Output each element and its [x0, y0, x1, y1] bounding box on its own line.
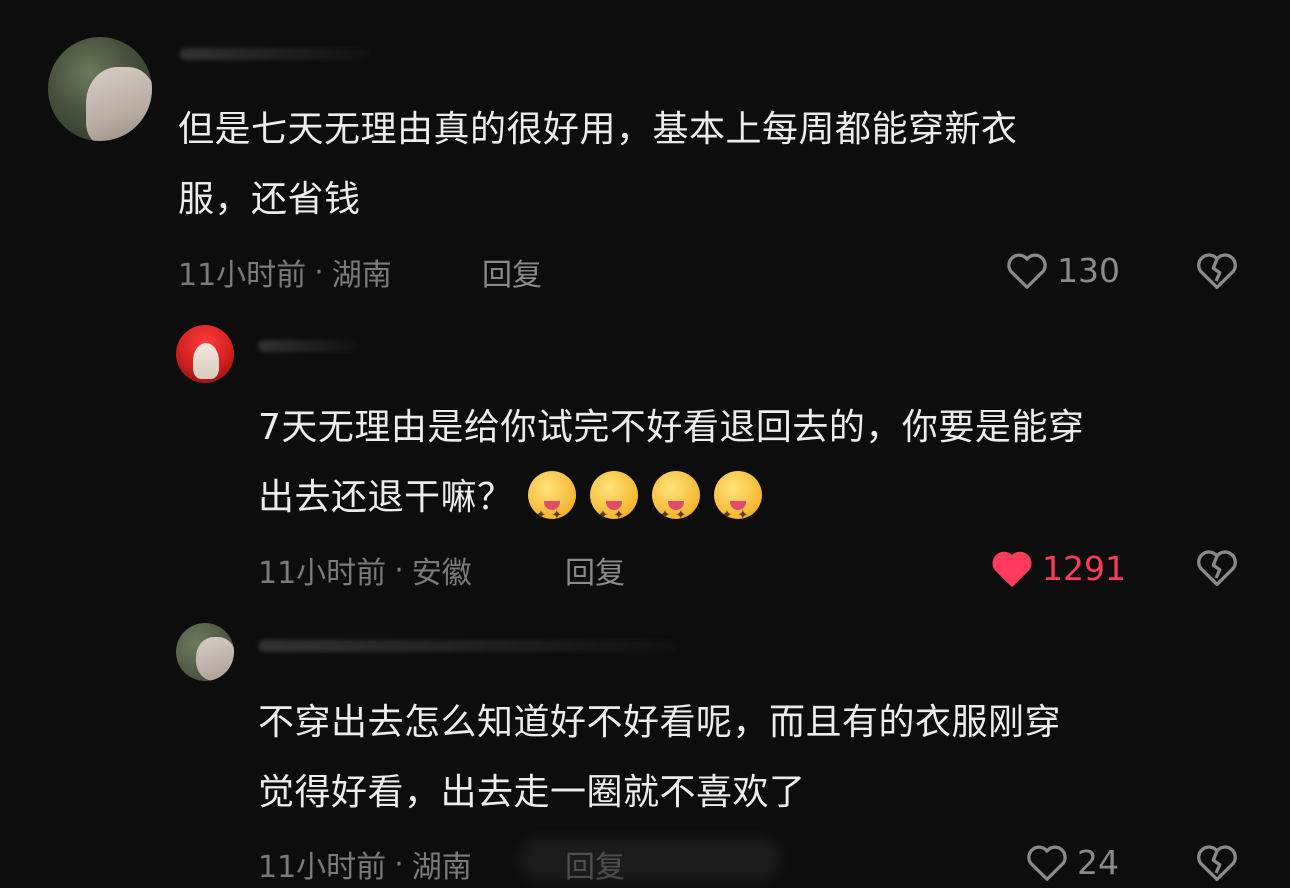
drooling-face-emoji: [589, 471, 638, 551]
dislike-button[interactable]: [1195, 546, 1239, 592]
comment-meta: 11小时前 · 安徽: [258, 548, 472, 592]
location: 安徽: [411, 556, 472, 591]
like-button[interactable]: 1291: [990, 548, 1126, 588]
location: 湖南: [411, 850, 472, 885]
timestamp: 11小时前: [258, 556, 387, 591]
broken-heart-icon: [1197, 550, 1237, 587]
username-blurred[interactable]: [258, 340, 358, 352]
avatar[interactable]: [176, 325, 234, 383]
separator: ·: [394, 552, 404, 588]
timestamp: 11小时前: [258, 850, 387, 885]
broken-heart-icon: [1197, 845, 1237, 882]
username-blurred[interactable]: [180, 48, 370, 60]
broken-heart-icon: [1197, 253, 1237, 290]
avatar[interactable]: [176, 623, 234, 681]
like-button[interactable]: 24: [1025, 842, 1119, 882]
comment-text: 但是七天无理由真的很好用，基本上每周都能穿新衣 服，还省钱: [178, 109, 1018, 220]
reply-button[interactable]: 回复: [482, 250, 542, 294]
like-count: 130: [1057, 250, 1120, 290]
avatar[interactable]: [48, 37, 152, 141]
heart-filled-icon: [992, 551, 1032, 587]
comment-meta: 11小时前 · 湖南: [258, 842, 472, 886]
username-blurred[interactable]: [258, 640, 678, 652]
separator: ·: [314, 254, 324, 290]
location: 湖南: [331, 258, 392, 293]
comment-text: 不穿出去怎么知道好不好看呢，而且有的衣服刚穿 觉得好看，出去走一圈就不喜欢了: [258, 702, 1062, 813]
separator: ·: [394, 846, 404, 882]
like-count: 1291: [1042, 548, 1126, 588]
like-count: 24: [1077, 842, 1119, 882]
dislike-button[interactable]: [1195, 841, 1239, 887]
comment-text: 7天无理由是给你试完不好看退回去的，你要是能穿 出去还退干嘛？: [258, 393, 1084, 551]
dislike-button[interactable]: [1195, 249, 1239, 295]
heart-outline-icon: [1027, 845, 1067, 881]
watermark-blur: [520, 838, 780, 880]
heart-outline-icon: [1007, 253, 1047, 289]
like-button[interactable]: 130: [1005, 250, 1120, 290]
comment-meta: 11小时前 · 湖南: [178, 250, 392, 294]
drooling-face-emoji: [651, 471, 700, 551]
drooling-face-emoji: [527, 471, 576, 551]
reply-button[interactable]: 回复: [565, 548, 625, 592]
drooling-face-emoji: [713, 471, 762, 551]
timestamp: 11小时前: [178, 258, 307, 293]
